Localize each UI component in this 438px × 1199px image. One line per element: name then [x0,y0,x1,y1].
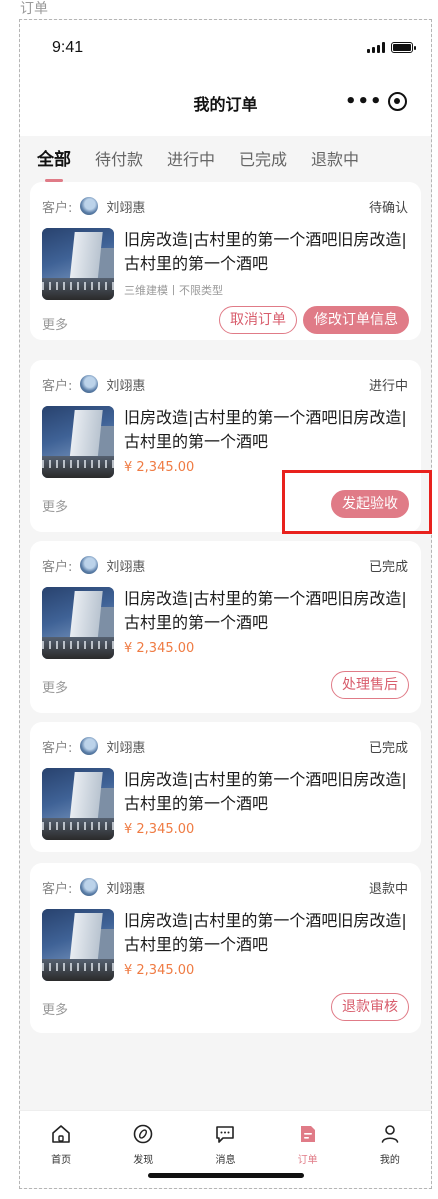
order-status: 进行中 [368,378,408,394]
order-icon [300,1126,315,1142]
card-header: 客户: 刘翊惠 退款中 [42,877,408,897]
tab-refunding[interactable]: 退款中 [311,148,359,172]
card-header: 客户: 刘翊惠 已完成 [42,736,408,756]
tabbar-item-discover[interactable]: 发现 [113,1123,173,1188]
compass-icon [133,1124,153,1144]
battery-icon [391,42,416,53]
customer-avatar [80,737,99,755]
order-price: ¥ 2,345.00 [124,460,195,475]
customer-name: 刘翊惠 [106,881,146,897]
status-bar: 9:41 [20,20,431,76]
tab-completed[interactable]: 已完成 [239,148,287,172]
tab-pending-payment[interactable]: 待付款 [95,148,143,172]
customer-name: 刘翊惠 [106,559,146,575]
tabbar-label: 首页 [51,1155,72,1166]
user-icon [381,1125,399,1143]
signal-icon [367,42,385,53]
card-actions: 退款审核 [331,993,409,1021]
order-thumbnail [42,768,114,840]
tabbar-item-orders[interactable]: 订单 [278,1123,338,1188]
home-icon [52,1125,70,1143]
order-card[interactable]: 客户: 刘翊惠 退款中 旧房改造|古村里的第一个酒吧旧房改造|古村里的第一个酒吧… [30,863,421,1033]
customer-name: 刘翊惠 [106,200,146,216]
message-icon [216,1126,235,1143]
customer-avatar [80,375,99,393]
customer-avatar [80,556,99,574]
phone-frame: 9:41 我的订单 ••• 全部 待付款 进行中 已完成 退款中 客户: 刘翊惠… [19,19,432,1189]
card-header: 客户: 刘翊惠 待确认 [42,196,408,216]
target-circle-icon[interactable] [388,91,407,111]
order-title: 旧房改造|古村里的第一个酒吧旧房改造|古村里的第一个酒吧 [124,230,407,273]
order-price: ¥ 2,345.00 [124,641,195,656]
order-title: 旧房改造|古村里的第一个酒吧旧房改造|古村里的第一个酒吧 [124,589,407,632]
cancel-order-button[interactable]: 取消订单 [219,306,297,334]
annotation-highlight-box [282,470,432,534]
tabbar-item-home[interactable]: 首页 [31,1123,91,1188]
customer-name: 刘翊惠 [106,740,146,756]
after-sales-button[interactable]: 处理售后 [331,671,409,699]
order-title: 旧房改造|古村里的第一个酒吧旧房改造|古村里的第一个酒吧 [124,770,407,813]
order-thumbnail [42,909,114,981]
customer-label: 客户: [42,881,73,897]
tabbar-label: 订单 [297,1155,318,1166]
tab-all[interactable]: 全部 [37,148,71,182]
customer-avatar [80,878,99,896]
order-status: 已完成 [368,559,408,575]
order-card[interactable]: 客户: 刘翊惠 已完成 旧房改造|古村里的第一个酒吧旧房改造|古村里的第一个酒吧… [30,722,421,852]
card-header: 客户: 刘翊惠 已完成 [42,555,408,575]
card-header: 客户: 刘翊惠 进行中 [42,374,408,394]
more-dots-icon[interactable]: ••• [345,91,383,112]
mini-program-capsule: ••• [329,85,417,117]
customer-label: 客户: [42,200,73,216]
order-meta: 三维建模丨不限类型 [124,284,223,297]
more-link[interactable]: 更多 [42,677,68,696]
artboard-label: 订单 [20,1,48,17]
customer-label: 客户: [42,740,73,756]
order-card[interactable]: 客户: 刘翊惠 已完成 旧房改造|古村里的第一个酒吧旧房改造|古村里的第一个酒吧… [30,541,421,713]
order-thumbnail [42,587,114,659]
order-title: 旧房改造|古村里的第一个酒吧旧房改造|古村里的第一个酒吧 [124,911,407,954]
order-card[interactable]: 客户: 刘翊惠 待确认 旧房改造|古村里的第一个酒吧旧房改造|古村里的第一个酒吧… [30,182,421,340]
refund-review-button[interactable]: 退款审核 [331,993,409,1021]
card-actions: 取消订单 修改订单信息 [219,306,409,334]
customer-avatar [80,197,99,215]
home-indicator [148,1173,304,1178]
nav-bar: 我的订单 ••• [20,76,431,136]
order-tabs: 全部 待付款 进行中 已完成 退款中 [20,136,431,184]
status-icons [367,42,416,53]
order-thumbnail [42,406,114,478]
tabbar-label: 消息 [215,1155,236,1166]
order-title: 旧房改造|古村里的第一个酒吧旧房改造|古村里的第一个酒吧 [124,408,407,451]
edit-order-button[interactable]: 修改订单信息 [303,306,409,334]
tabbar-item-me[interactable]: 我的 [360,1123,420,1188]
tabbar-label: 发现 [133,1155,154,1166]
tab-in-progress[interactable]: 进行中 [167,148,215,172]
card-actions: 处理售后 [331,671,409,699]
order-status: 待确认 [368,200,408,216]
status-time: 9:41 [52,39,84,56]
more-link[interactable]: 更多 [42,314,68,333]
customer-name: 刘翊惠 [106,378,146,394]
order-thumbnail [42,228,114,300]
order-status: 退款中 [368,881,408,897]
order-price: ¥ 2,345.00 [124,963,195,978]
order-status: 已完成 [368,740,408,756]
order-price: ¥ 2,345.00 [124,822,195,837]
more-link[interactable]: 更多 [42,496,68,515]
tabbar-item-messages[interactable]: 消息 [195,1123,255,1188]
more-link[interactable]: 更多 [42,999,68,1018]
customer-label: 客户: [42,559,73,575]
tabbar-label: 我的 [379,1155,400,1166]
customer-label: 客户: [42,378,73,394]
